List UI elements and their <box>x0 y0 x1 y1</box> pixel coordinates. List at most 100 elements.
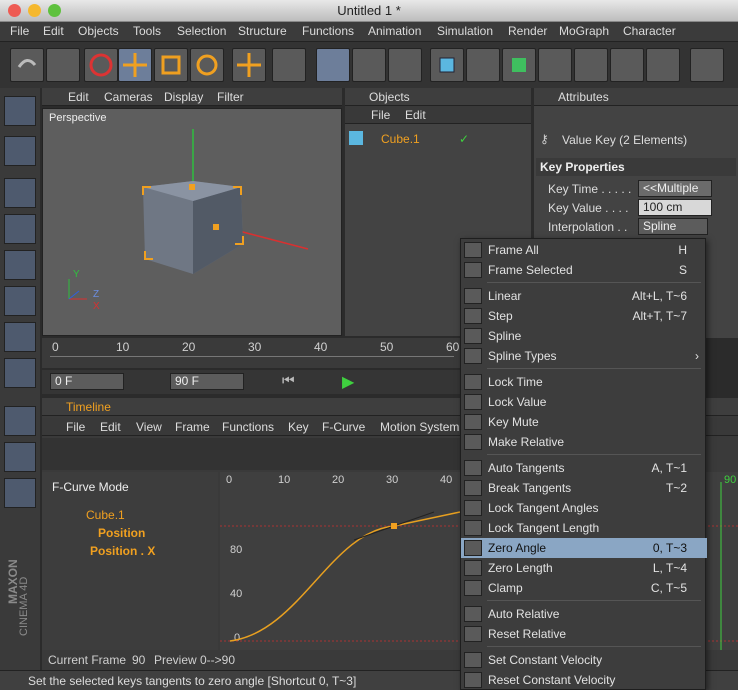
menu-item-reset-relative[interactable]: Reset Relative <box>461 624 707 644</box>
render-picture-viewer-icon[interactable] <box>352 48 386 82</box>
deformer-icon[interactable] <box>574 48 608 82</box>
timeline-menu-motion-system[interactable]: Motion System <box>380 420 459 434</box>
menu-item-step[interactable]: Step Alt+T, T~7 <box>461 306 707 326</box>
menu-mograph[interactable]: MoGraph <box>559 24 609 38</box>
live-selection-icon[interactable] <box>84 48 118 82</box>
nurbs-icon[interactable] <box>502 48 536 82</box>
viewport-menu-edit[interactable]: Edit <box>68 90 89 104</box>
start-frame-field[interactable]: 0 F <box>50 373 124 390</box>
scene-icon[interactable] <box>610 48 644 82</box>
model-tool-icon[interactable] <box>4 136 36 166</box>
polygons-tool-icon[interactable] <box>4 250 36 280</box>
object-row-cube[interactable]: Cube.1 ✓ <box>349 130 527 148</box>
interpolation-dropdown[interactable]: Spline <box>638 218 708 235</box>
menu-edit[interactable]: Edit <box>43 24 64 38</box>
play-icon[interactable]: ▶ <box>342 372 354 392</box>
cube-3d-icon[interactable] <box>43 109 341 335</box>
menu-item-shortcut: Alt+T, T~7 <box>632 309 687 323</box>
menu-item-key-mute[interactable]: Key Mute <box>461 412 707 432</box>
redo-icon[interactable] <box>46 48 80 82</box>
edges-tool-icon[interactable] <box>4 214 36 244</box>
objects-menu-edit[interactable]: Edit <box>405 108 426 122</box>
menu-item-lock-value[interactable]: Lock Value <box>461 392 707 412</box>
time-ruler[interactable]: 0 10 20 30 40 50 60 <box>42 338 462 368</box>
key-properties-section[interactable]: Key Properties <box>536 158 736 176</box>
menu-objects[interactable]: Objects <box>78 24 119 38</box>
menu-item-break-tangents[interactable]: Break Tangents T~2 <box>461 478 707 498</box>
texture-tool-icon[interactable] <box>4 322 36 352</box>
menu-item-auto-tangents[interactable]: Auto Tangents A, T~1 <box>461 458 707 478</box>
track-cube[interactable]: Cube.1 <box>86 508 125 522</box>
timeline-menu-edit[interactable]: Edit <box>100 420 121 434</box>
menu-item-zero-angle[interactable]: Zero Angle 0, T~3 <box>461 538 707 558</box>
key-time-field[interactable]: <<Multiple <box>638 180 712 197</box>
rotate-icon[interactable] <box>190 48 224 82</box>
points-tool-icon[interactable] <box>4 178 36 208</box>
menu-item-spline[interactable]: Spline <box>461 326 707 346</box>
timeline-menu-file[interactable]: File <box>66 420 85 434</box>
menu-item-spline-types[interactable]: Spline Types › <box>461 346 707 366</box>
coordinate-system-icon[interactable] <box>272 48 306 82</box>
render-view-icon[interactable] <box>316 48 350 82</box>
move-icon[interactable] <box>118 48 152 82</box>
menu-item-auto-relative[interactable]: Auto Relative <box>461 604 707 624</box>
viewport-menu-filter[interactable]: Filter <box>217 90 244 104</box>
key-value-field[interactable]: 100 cm <box>638 199 712 216</box>
uv-tool-icon[interactable] <box>4 286 36 316</box>
menu-character[interactable]: Character <box>623 24 676 38</box>
menu-item-zero-length[interactable]: Zero Length L, T~4 <box>461 558 707 578</box>
menu-item-lock-time[interactable]: Lock Time <box>461 372 707 392</box>
menu-item-reset-constant-velocity[interactable]: Reset Constant Velocity <box>461 670 707 690</box>
menu-file[interactable]: File <box>10 24 29 38</box>
menu-simulation[interactable]: Simulation <box>437 24 493 38</box>
menu-structure[interactable]: Structure <box>238 24 287 38</box>
menu-tools[interactable]: Tools <box>133 24 161 38</box>
array-icon[interactable] <box>538 48 572 82</box>
timeline-menu-fcurve[interactable]: F-Curve <box>322 420 365 434</box>
visibility-check-icon[interactable]: ✓ <box>459 132 469 146</box>
menu-item-label: Auto Relative <box>488 607 560 621</box>
main-toolbar <box>0 42 738 88</box>
rewind-icon[interactable]: ⏮ <box>282 372 295 389</box>
end-frame-field[interactable]: 90 F <box>170 373 244 390</box>
menu-animation[interactable]: Animation <box>368 24 421 38</box>
menu-item-set-constant-velocity[interactable]: Set Constant Velocity <box>461 650 707 670</box>
scale-icon[interactable] <box>154 48 188 82</box>
menu-item-make-relative[interactable]: Make Relative <box>461 432 707 452</box>
viewport-menu-display[interactable]: Display <box>164 90 203 104</box>
viewport-menu-cameras[interactable]: Cameras <box>104 90 153 104</box>
objects-menubar: File Edit <box>345 106 531 124</box>
track-position-x[interactable]: Position . X <box>90 544 155 558</box>
menu-item-frame-all[interactable]: Frame All H <box>461 240 707 260</box>
spline-icon[interactable] <box>466 48 500 82</box>
objects-menu-file[interactable]: File <box>371 108 390 122</box>
timeline-menu-key[interactable]: Key <box>288 420 309 434</box>
menu-selection[interactable]: Selection <box>177 24 226 38</box>
snap-tool-icon[interactable] <box>4 406 36 436</box>
timeline-menu-functions[interactable]: Functions <box>222 420 274 434</box>
fcurve-mode-label: F-Curve Mode <box>52 480 129 494</box>
current-frame-label: Current Frame <box>48 653 127 667</box>
timeline-menu-frame[interactable]: Frame <box>175 420 210 434</box>
perspective-viewport[interactable]: Perspective Y Z X <box>42 108 342 336</box>
menu-item-lock-tangent-length[interactable]: Lock Tangent Length <box>461 518 707 538</box>
light-icon[interactable] <box>646 48 680 82</box>
cube-object-icon[interactable] <box>430 48 464 82</box>
track-position[interactable]: Position <box>98 526 145 540</box>
undo-icon[interactable] <box>10 48 44 82</box>
axis-icon[interactable] <box>232 48 266 82</box>
menu-item-clamp[interactable]: Clamp C, T~5 <box>461 578 707 598</box>
help-icon[interactable] <box>690 48 724 82</box>
menu-item-lock-tangent-angles[interactable]: Lock Tangent Angles <box>461 498 707 518</box>
workplane-tool-icon[interactable] <box>4 358 36 388</box>
material-tool-icon[interactable] <box>4 478 36 508</box>
menu-item-linear[interactable]: Linear Alt+L, T~6 <box>461 286 707 306</box>
menu-functions[interactable]: Functions <box>302 24 354 38</box>
menu-render[interactable]: Render <box>508 24 547 38</box>
viewport-layout-icon[interactable] <box>4 96 36 126</box>
menu-item-frame-selected[interactable]: Frame Selected S <box>461 260 707 280</box>
keyframe-tool-icon[interactable] <box>4 442 36 472</box>
timeline-menu-view[interactable]: View <box>136 420 162 434</box>
menu-item-label: Spline <box>488 329 522 343</box>
render-settings-icon[interactable] <box>388 48 422 82</box>
